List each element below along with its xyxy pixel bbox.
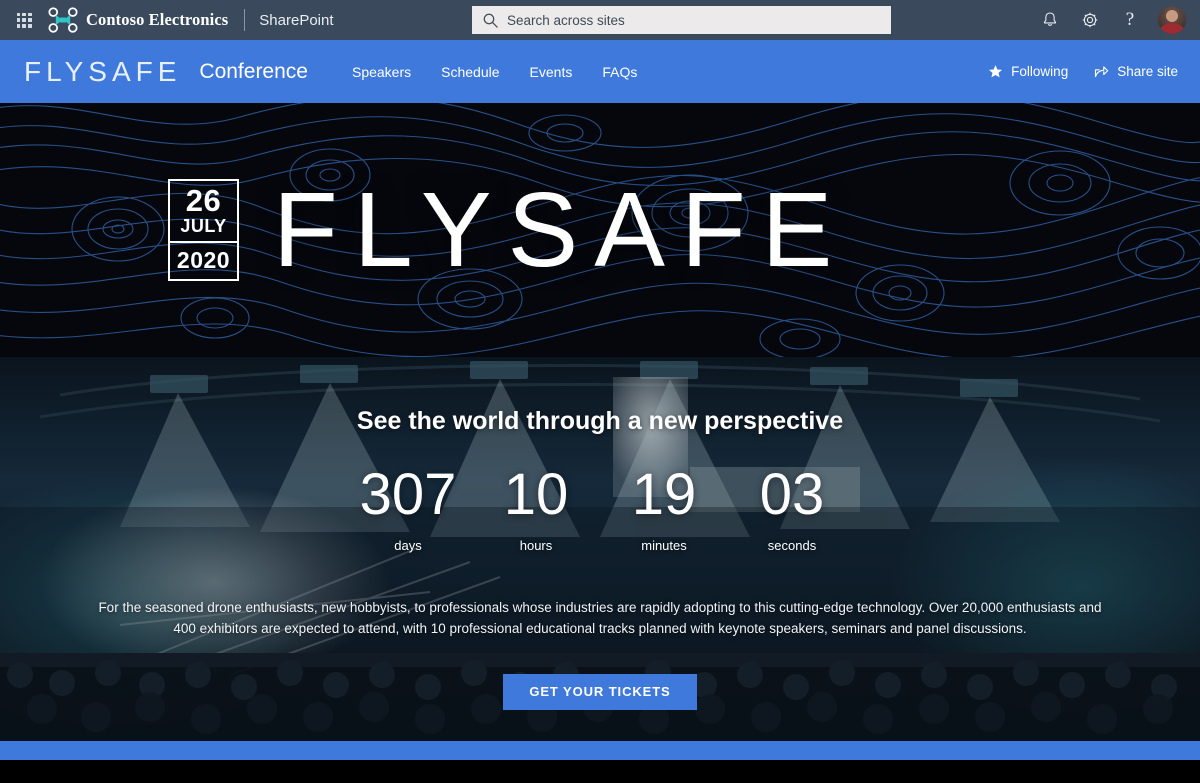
app-launcher-button[interactable] xyxy=(6,0,42,40)
following-button[interactable]: Following xyxy=(988,64,1068,79)
search-box[interactable] xyxy=(472,6,891,34)
event-day: 26 xyxy=(185,182,222,218)
bell-icon xyxy=(1043,12,1057,26)
suite-actions: ? xyxy=(1032,0,1190,40)
countdown-hours-label: hours xyxy=(519,538,553,553)
site-logo[interactable]: FLYSAFE xyxy=(24,56,181,88)
star-icon xyxy=(989,65,1003,78)
banner-content: 26 JULY 2020 FLYSAFE xyxy=(0,177,1200,283)
hero-banner: 26 JULY 2020 FLYSAFE xyxy=(0,103,1200,357)
site-navigation-bar: FLYSAFE Conference Speakers Schedule Eve… xyxy=(0,40,1200,103)
share-icon xyxy=(1095,66,1109,78)
countdown-minutes-label: minutes xyxy=(641,538,687,553)
hero-section: See the world through a new perspective … xyxy=(0,357,1200,741)
countdown-days: 307 days xyxy=(344,462,472,554)
date-top: 26 JULY xyxy=(170,181,237,242)
countdown-seconds-value: 03 xyxy=(759,462,825,527)
gear-icon xyxy=(1082,12,1098,28)
event-year: 2020 xyxy=(170,241,237,279)
event-date-badge: 26 JULY 2020 xyxy=(168,178,239,282)
waffle-icon xyxy=(16,12,32,28)
countdown-seconds: 03 seconds xyxy=(728,462,856,554)
hero-headline: See the world through a new perspective xyxy=(356,407,844,435)
countdown-days-value: 307 xyxy=(359,462,457,527)
nav-link-faqs[interactable]: FAQs xyxy=(602,64,637,80)
suite-divider xyxy=(244,9,246,31)
nav-link-schedule[interactable]: Schedule xyxy=(441,64,499,80)
hero-content: See the world through a new perspective … xyxy=(0,357,1200,741)
help-button[interactable]: ? xyxy=(1112,0,1148,40)
suite-bar: Contoso Electronics SharePoint Search ac… xyxy=(0,0,1200,40)
drone-icon xyxy=(48,7,78,33)
brand-name: Contoso Electronics xyxy=(86,10,229,29)
search-input[interactable] xyxy=(507,12,881,28)
brand-link[interactable]: Contoso Electronics xyxy=(48,7,228,33)
site-title[interactable]: Conference xyxy=(199,60,308,84)
share-site-label: Share site xyxy=(1117,64,1178,79)
question-mark-icon: ? xyxy=(1125,9,1135,30)
countdown-minutes: 19 minutes xyxy=(600,462,728,554)
nav-right-actions: Following Share site xyxy=(988,64,1178,79)
countdown-seconds-label: seconds xyxy=(767,538,817,553)
banner-wordmark: FLYSAFE xyxy=(273,171,849,289)
countdown-hours: 10 hours xyxy=(472,462,600,554)
footer-bar xyxy=(0,741,1200,760)
nav-link-events[interactable]: Events xyxy=(530,64,573,80)
nav-link-speakers[interactable]: Speakers xyxy=(352,64,411,80)
countdown-days-label: days xyxy=(394,538,422,553)
event-month: JULY xyxy=(180,215,227,236)
hero-description: For the seasoned drone enthusiasts, new … xyxy=(98,600,1102,636)
countdown-hours-value: 10 xyxy=(503,462,569,527)
avatar[interactable] xyxy=(1158,6,1186,34)
following-label: Following xyxy=(1011,64,1069,79)
search-icon xyxy=(483,13,498,28)
countdown-timer: 307 days 10 hours 19 minutes 03 seconds xyxy=(344,462,856,554)
sharepoint-app-link[interactable]: SharePoint xyxy=(259,12,333,29)
countdown-minutes-value: 19 xyxy=(631,462,697,527)
settings-button[interactable] xyxy=(1072,0,1108,40)
nav-links: Speakers Schedule Events FAQs xyxy=(352,64,637,80)
notifications-button[interactable] xyxy=(1032,0,1068,40)
share-site-button[interactable]: Share site xyxy=(1094,64,1178,79)
get-tickets-button[interactable]: GET YOUR TICKETS xyxy=(503,673,697,710)
